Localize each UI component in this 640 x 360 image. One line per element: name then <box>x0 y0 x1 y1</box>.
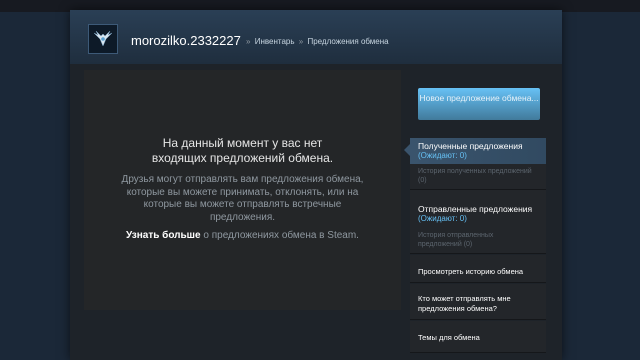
learn-more-link[interactable]: Узнать больше <box>126 230 201 241</box>
who-can-send-block: Кто может отправлять мне предложения обм… <box>410 284 546 320</box>
breadcrumb-separator: » <box>298 37 304 46</box>
empty-state-description: Друзья могут отправлять вам предложения … <box>121 174 364 223</box>
breadcrumb-separator: » <box>246 37 251 46</box>
received-history-link[interactable]: История полученных предложений (0) <box>418 167 536 185</box>
received-offers-tab[interactable]: Полученные предложения (Ожидают: 0) <box>404 138 546 164</box>
empty-state-title: На данный момент у вас нет входящих пред… <box>151 136 334 165</box>
new-trade-offer-button[interactable]: Новое предложение обмена... <box>418 88 540 120</box>
incoming-offers-panel: На данный момент у вас нет входящих пред… <box>84 70 401 310</box>
sent-offers-block: Отправленные предложения (Ожидают: 0) Ис… <box>410 190 546 254</box>
who-can-send-link[interactable]: Кто может отправлять мне предложения обм… <box>418 294 530 314</box>
trade-history-block: Просмотреть историю обмена <box>410 255 546 283</box>
learn-more-line: Узнать больше о предложениях обмена в St… <box>84 230 401 241</box>
trade-offers-page: morozilko.2332227 » Инвентарь » Предложе… <box>70 10 562 360</box>
wings-emblem-icon <box>93 30 113 47</box>
trade-topics-block: Темы для обмена <box>410 321 546 353</box>
breadcrumb-trade-offers-link[interactable]: Предложения обмена <box>307 37 388 46</box>
sent-history-link[interactable]: История отправленных предложений (0) <box>418 231 536 249</box>
received-history-block: История полученных предложений (0) <box>410 164 546 190</box>
profile-header: morozilko.2332227 » Инвентарь » Предложе… <box>70 10 562 64</box>
sent-offers-pending: (Ожидают: 0) <box>418 214 467 223</box>
received-offers-pending: (Ожидают: 0) <box>418 151 467 160</box>
profile-username[interactable]: morozilko.2332227 <box>131 33 241 48</box>
breadcrumb: » Инвентарь » Предложения обмена <box>244 37 389 46</box>
trade-topics-link[interactable]: Темы для обмена <box>418 333 480 343</box>
avatar[interactable] <box>88 24 118 54</box>
learn-more-text: о предложениях обмена в Steam. <box>203 230 359 241</box>
breadcrumb-inventory-link[interactable]: Инвентарь <box>255 37 295 46</box>
view-trade-history-link[interactable]: Просмотреть историю обмена <box>418 267 523 277</box>
